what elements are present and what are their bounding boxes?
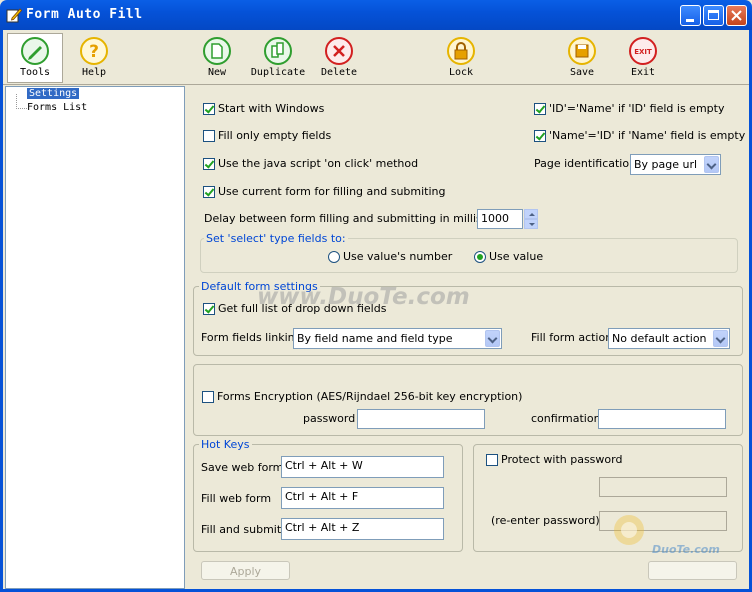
- tree-item-settings[interactable]: Settings: [27, 88, 80, 99]
- use-value-number-radio[interactable]: [328, 251, 340, 263]
- hotkey-submit-label: Fill and submit: [201, 523, 282, 536]
- duplicate-icon: [264, 37, 292, 65]
- encryption-password-input[interactable]: [357, 409, 485, 429]
- hotkeys-group-title: Hot Keys: [199, 438, 252, 451]
- secondary-button[interactable]: [648, 561, 737, 580]
- delay-input[interactable]: 1000: [477, 209, 523, 229]
- protect-with-password-label: Protect with password: [501, 453, 623, 466]
- chevron-down-icon[interactable]: [713, 330, 728, 347]
- lock-button[interactable]: Lock: [437, 34, 485, 82]
- hotkey-save-label: Save web form: [201, 461, 284, 474]
- fill-only-empty-checkbox[interactable]: [203, 130, 215, 142]
- close-button[interactable]: [726, 5, 747, 26]
- get-full-list-checkbox[interactable]: [203, 303, 215, 315]
- tools-button[interactable]: Tools: [7, 33, 63, 83]
- tools-label: Tools: [19, 67, 51, 78]
- form-fields-linking-value: By field name and field type: [297, 332, 453, 345]
- help-icon: ?: [80, 37, 108, 65]
- help-label: Help: [81, 67, 107, 78]
- new-button[interactable]: New: [193, 34, 241, 82]
- use-value-label: Use value: [489, 250, 544, 263]
- chevron-down-icon[interactable]: [704, 156, 719, 173]
- fill-form-action-select[interactable]: No default action: [608, 328, 730, 349]
- lock-label: Lock: [448, 67, 474, 78]
- encryption-confirmation-label: confirmation: [531, 412, 601, 425]
- svg-text:?: ?: [89, 42, 99, 62]
- page-identification-label: Page identification: [534, 157, 637, 170]
- watermark-brand: DuoTe.com: [652, 543, 720, 556]
- form-fields-linking-select[interactable]: By field name and field type: [293, 328, 502, 349]
- hotkey-fill-label: Fill web form: [201, 492, 272, 505]
- hotkey-save-input[interactable]: Ctrl + Alt + W: [281, 456, 444, 478]
- use-js-onclick-checkbox[interactable]: [203, 158, 215, 170]
- tree-item-forms-list[interactable]: Forms List: [27, 102, 87, 113]
- new-label: New: [207, 67, 227, 78]
- fill-form-action-label: Fill form action: [531, 331, 613, 344]
- delay-label: Delay between form filling and submittin…: [204, 212, 522, 225]
- encryption-confirmation-input[interactable]: [598, 409, 726, 429]
- delete-icon: [325, 37, 353, 65]
- page-identification-select[interactable]: By page url: [630, 154, 721, 175]
- id-equals-name-checkbox[interactable]: [534, 103, 546, 115]
- use-value-radio[interactable]: [474, 251, 486, 263]
- start-with-windows-label: Start with Windows: [218, 102, 325, 115]
- name-equals-id-checkbox[interactable]: [534, 130, 546, 142]
- protect-password-input[interactable]: [599, 477, 727, 497]
- apply-button[interactable]: Apply: [201, 561, 290, 580]
- maximize-button[interactable]: [703, 5, 724, 26]
- pencil-icon: [21, 37, 49, 65]
- fill-form-action-value: No default action: [612, 332, 707, 345]
- encryption-password-label: password: [303, 412, 356, 425]
- save-disk-icon: [568, 37, 596, 65]
- exit-icon: EXIT: [629, 37, 657, 65]
- protect-reenter-label: (re-enter password): [491, 514, 600, 527]
- use-js-onclick-label: Use the java script 'on click' method: [218, 157, 419, 170]
- svg-text:EXIT: EXIT: [634, 48, 652, 56]
- start-with-windows-checkbox[interactable]: [203, 103, 215, 115]
- lock-icon: [447, 37, 475, 65]
- form-fields-linking-label: Form fields linking: [201, 331, 302, 344]
- watermark-center: www.DuoTe.com: [257, 284, 470, 310]
- exit-label: Exit: [630, 67, 656, 78]
- tree-connector: [16, 94, 27, 109]
- save-button[interactable]: Save: [558, 34, 606, 82]
- toolbar-divider: [3, 84, 749, 85]
- fill-only-empty-label: Fill only empty fields: [218, 129, 332, 142]
- spin-up-icon[interactable]: [524, 209, 538, 219]
- duplicate-button[interactable]: Duplicate: [248, 34, 308, 82]
- forms-encryption-label: Forms Encryption (AES/Rijndael 256-bit k…: [217, 390, 523, 403]
- delete-label: Delete: [320, 67, 358, 78]
- chevron-down-icon[interactable]: [485, 330, 500, 347]
- new-document-icon: [203, 37, 231, 65]
- close-icon: [731, 10, 742, 21]
- title-bar[interactable]: Form Auto Fill: [0, 0, 752, 30]
- use-current-form-label: Use current form for filling and submiti…: [218, 185, 446, 198]
- protect-with-password-checkbox[interactable]: [486, 454, 498, 466]
- watermark-logo-icon: [614, 515, 644, 545]
- spin-down-icon[interactable]: [524, 219, 538, 229]
- select-type-group-title: Set 'select' type fields to:: [204, 232, 348, 245]
- hotkey-submit-input[interactable]: Ctrl + Alt + Z: [281, 518, 444, 540]
- exit-button[interactable]: EXIT Exit: [619, 34, 667, 82]
- window-title: Form Auto Fill: [26, 7, 143, 22]
- use-current-form-checkbox[interactable]: [203, 186, 215, 198]
- name-equals-id-label: 'Name'='ID' if 'Name' field is empty: [549, 129, 746, 142]
- delay-spinner[interactable]: [524, 209, 538, 229]
- hotkey-fill-input[interactable]: Ctrl + Alt + F: [281, 487, 444, 509]
- navigation-tree[interactable]: Settings Forms List: [5, 86, 185, 589]
- forms-encryption-checkbox[interactable]: [202, 391, 214, 403]
- minimize-button[interactable]: [680, 5, 701, 26]
- duplicate-label: Duplicate: [250, 67, 306, 78]
- id-equals-name-label: 'ID'='Name' if 'ID' field is empty: [549, 102, 725, 115]
- save-label: Save: [569, 67, 595, 78]
- use-value-number-label: Use value's number: [343, 250, 453, 263]
- delete-button[interactable]: Delete: [315, 34, 363, 82]
- help-button[interactable]: ? Help: [70, 34, 118, 82]
- app-pencil-icon: [6, 8, 22, 23]
- page-identification-value: By page url: [634, 158, 698, 171]
